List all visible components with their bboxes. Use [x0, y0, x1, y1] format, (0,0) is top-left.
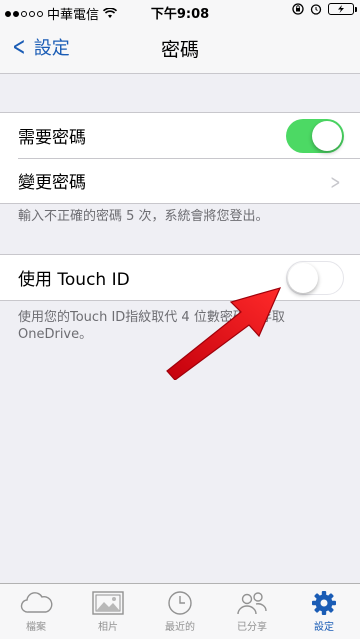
touchid-toggle[interactable]	[286, 261, 344, 295]
cloud-icon	[20, 592, 53, 613]
chevron-right-icon: >	[330, 170, 341, 194]
tab-files[interactable]: 檔案	[0, 584, 72, 639]
gear-icon	[312, 591, 336, 615]
tab-recent-label: 最近的	[165, 622, 195, 633]
tab-photos-label: 相片	[98, 622, 118, 633]
change-passcode-label: 變更密碼	[18, 173, 86, 193]
people-icon	[237, 592, 267, 615]
photos-icon	[92, 591, 124, 615]
tab-recent[interactable]: 最近的	[144, 584, 216, 639]
require-passcode-toggle[interactable]	[286, 119, 344, 153]
clock-icon	[168, 591, 192, 615]
status-bar: 中華電信 下午9:08	[0, 0, 360, 23]
tab-files-label: 檔案	[26, 622, 46, 633]
tab-settings[interactable]: 設定	[288, 584, 360, 639]
status-right	[292, 3, 357, 15]
touchid-label: 使用 Touch ID	[18, 270, 130, 290]
rotation-lock-icon	[292, 3, 304, 15]
alarm-icon	[310, 4, 322, 15]
annotation-arrow	[166, 287, 282, 380]
require-passcode-row: 需要密碼	[0, 113, 360, 158]
passcode-settings-group: 需要密碼 變更密碼 >	[0, 112, 360, 204]
change-passcode-row[interactable]: 變更密碼 >	[0, 158, 360, 203]
tab-shared[interactable]: 已分享	[216, 584, 288, 639]
tab-shared-label: 已分享	[237, 622, 267, 633]
passcode-footer-note: 輸入不正確的密碼 5 次，系統會將您登出。	[18, 209, 269, 224]
tab-settings-label: 設定	[314, 622, 334, 633]
navigation-bar: < 設定 密碼	[0, 22, 360, 74]
page-title: 密碼	[160, 39, 199, 61]
tab-bar: 檔案 相片 最近的 已分享 設定	[0, 583, 360, 639]
require-passcode-label: 需要密碼	[18, 128, 86, 148]
battery-icon	[328, 3, 357, 15]
toggle-knob	[288, 263, 318, 293]
tab-photos[interactable]: 相片	[72, 584, 144, 639]
toggle-knob	[312, 121, 342, 151]
